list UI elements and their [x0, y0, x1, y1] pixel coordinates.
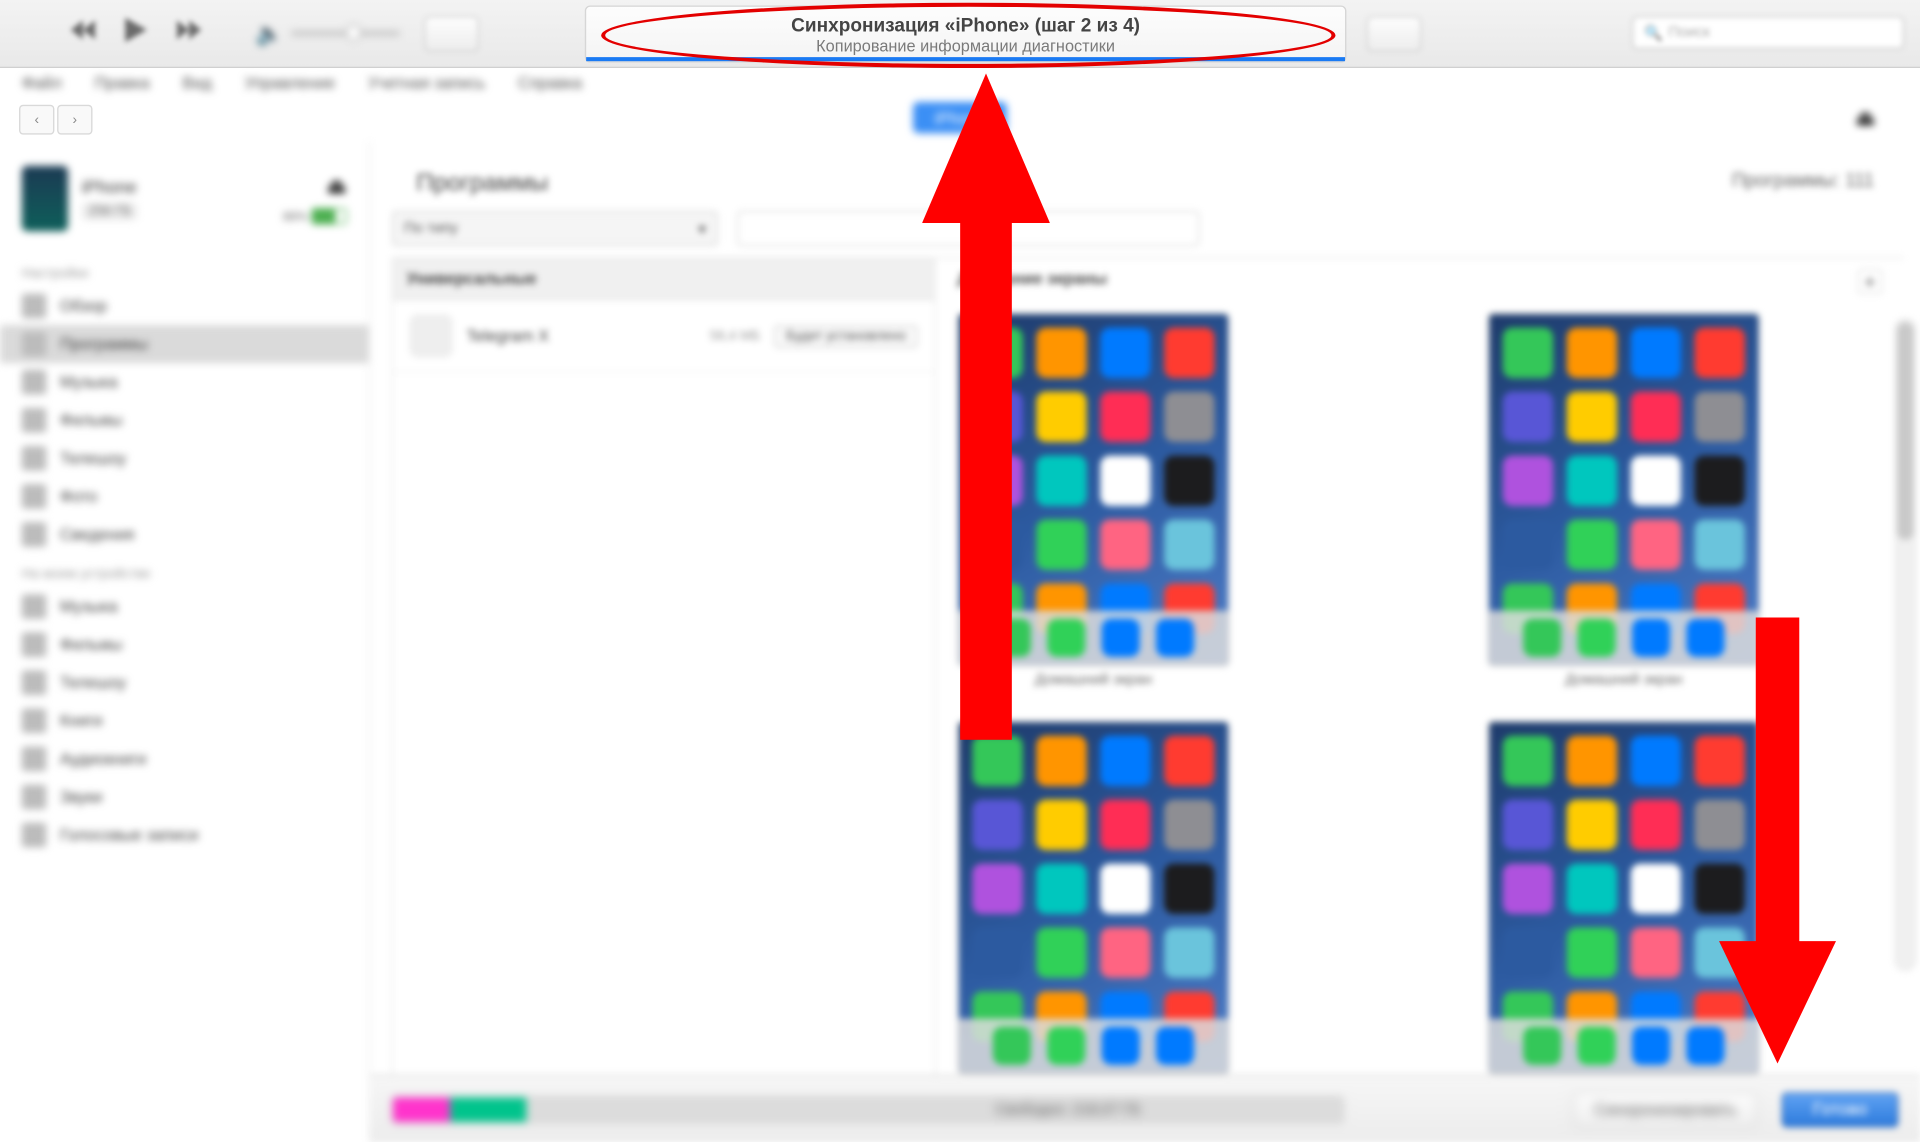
menu-item[interactable]: Справка	[518, 73, 582, 92]
books-icon	[22, 709, 46, 733]
device-thumbnail	[22, 166, 68, 231]
sidebar-item-ondevice-voicememos[interactable]: Голосовые записи	[0, 816, 369, 854]
menu-item[interactable]: Файл	[22, 73, 62, 92]
apps-column: Универсальные Telegram X 58,4 МБ Будет у…	[392, 258, 936, 1134]
main-scrollbar[interactable]	[1894, 318, 1916, 971]
home-screen-thumbnail[interactable]: Домашний экран	[1488, 313, 1760, 688]
device-pill[interactable]: iPhone	[913, 102, 1007, 133]
capacity-bar	[392, 1095, 1344, 1122]
home-screen-thumbnail[interactable]: Домашний экран	[957, 313, 1229, 688]
home-screen-label: Домашний экран	[957, 672, 1229, 688]
app-name: Telegram X	[466, 326, 549, 345]
menu-bar: Файл Правка Вид Управление Учетная запис…	[0, 68, 1920, 98]
search-input[interactable]: 🔍 Поиск	[1632, 16, 1904, 49]
battery-percent: 88%	[283, 209, 308, 223]
sidebar-item-tvshows[interactable]: Телешоу	[0, 439, 369, 477]
free-space-label: Свободно: 218,07 ГБ	[996, 1101, 1141, 1117]
media-picker-button[interactable]	[424, 16, 478, 51]
movies-icon	[22, 632, 46, 656]
tones-icon	[22, 785, 46, 809]
play-button[interactable]	[125, 18, 147, 49]
sync-progress-bar	[586, 57, 1345, 61]
photos-icon	[22, 484, 46, 508]
sidebar-item-info[interactable]: Сведения	[0, 515, 369, 553]
nav-back-button[interactable]: ‹	[19, 105, 54, 135]
filter-input[interactable]	[737, 211, 1199, 246]
apps-count: Программы: 111	[1732, 169, 1874, 198]
sidebar-section-header: На моем устройстве	[0, 554, 369, 588]
sidebar-item-photos[interactable]: Фото	[0, 477, 369, 515]
volume-icon: 🔈	[256, 20, 283, 47]
voicememos-icon	[22, 823, 46, 847]
top-toolbar: 🔈 Синхронизация «iPhone» (шаг 2 из 4) Ко…	[0, 0, 1920, 68]
sidebar-item-ondevice-music[interactable]: Музыка	[0, 588, 369, 626]
overview-icon	[22, 294, 46, 318]
playback-controls	[71, 18, 202, 49]
next-button[interactable]	[177, 20, 201, 46]
tv-icon	[22, 446, 46, 470]
sidebar-item-apps[interactable]: Программы	[0, 325, 369, 363]
app-row[interactable]: Telegram X 58,4 МБ Будет установлено	[393, 301, 934, 373]
sidebar-item-ondevice-tvshows[interactable]: Телешоу	[0, 664, 369, 702]
app-icon	[409, 314, 453, 358]
menu-item[interactable]: Учетная запись	[368, 73, 486, 92]
tv-icon	[22, 670, 46, 694]
menu-item[interactable]: Правка	[95, 73, 150, 92]
view-list-button[interactable]	[1367, 16, 1421, 51]
sidebar-item-ondevice-movies[interactable]: Фильмы	[0, 626, 369, 664]
sync-status-subtitle: Копирование информации диагностики	[816, 36, 1115, 55]
done-button[interactable]: Готово	[1781, 1091, 1898, 1126]
nav-forward-button[interactable]: ›	[57, 105, 92, 135]
device-card[interactable]: iPhone 256 ГБ ⏏ 88%	[0, 155, 369, 253]
sidebar-item-ondevice-books[interactable]: Книги	[0, 702, 369, 740]
footer-bar: Свободно: 218,07 ГБ Синхронизировать Гот…	[370, 1074, 1920, 1142]
app-install-button[interactable]: Будет установлено	[774, 324, 918, 347]
music-icon	[22, 370, 46, 394]
music-icon	[22, 594, 46, 618]
info-icon	[22, 522, 46, 546]
sidebar: iPhone 256 ГБ ⏏ 88% Настройки Обзор Прог…	[0, 141, 370, 1142]
prev-button[interactable]	[71, 20, 95, 46]
nav-row: ‹ › iPhone ⏏	[0, 98, 1920, 142]
sidebar-item-movies[interactable]: Фильмы	[0, 401, 369, 439]
volume-control[interactable]: 🔈	[256, 20, 400, 47]
sidebar-item-ondevice-audiobooks[interactable]: Аудиокниги	[0, 740, 369, 778]
eject-icon[interactable]: ⏏	[326, 173, 347, 200]
sidebar-item-overview[interactable]: Обзор	[0, 287, 369, 325]
add-screen-button[interactable]: +	[1858, 269, 1882, 293]
search-placeholder: Поиск	[1668, 24, 1709, 40]
sidebar-section-header: Настройки	[0, 253, 369, 287]
device-name: iPhone	[82, 176, 270, 196]
battery-icon	[311, 208, 346, 224]
home-screen-label: Домашний экран	[1488, 672, 1760, 688]
sync-button[interactable]: Синхронизировать	[1574, 1091, 1757, 1126]
movies-icon	[22, 408, 46, 432]
search-icon: 🔍	[1644, 24, 1663, 42]
apps-icon	[22, 332, 46, 356]
home-screens-column: Домашние экраны + Домашний экран Домашний…	[936, 258, 1904, 1134]
device-capacity: 256 ГБ	[82, 202, 138, 220]
sidebar-item-music[interactable]: Музыка	[0, 363, 369, 401]
sort-dropdown[interactable]: По типу▾	[392, 211, 718, 246]
audiobooks-icon	[22, 747, 46, 771]
sync-status-title: Синхронизация «iPhone» (шаг 2 из 4)	[791, 13, 1140, 35]
status-lcd: Синхронизация «iPhone» (шаг 2 из 4) Копи…	[585, 5, 1347, 62]
sidebar-item-ondevice-tones[interactable]: Звуки	[0, 778, 369, 816]
home-screen-thumbnail[interactable]: Страница 1	[957, 721, 1229, 1096]
menu-item[interactable]: Вид	[182, 73, 212, 92]
chevron-down-icon: ▾	[698, 220, 706, 238]
app-size: 58,4 МБ	[710, 328, 761, 343]
menu-item[interactable]: Управление	[245, 73, 336, 92]
home-screens-header: Домашние экраны	[957, 269, 1107, 293]
page-title: Программы	[416, 169, 548, 198]
apps-group-header: Универсальные	[393, 258, 934, 300]
home-screen-thumbnail[interactable]: Страница 2	[1488, 721, 1760, 1096]
eject-icon[interactable]: ⏏	[1855, 105, 1879, 129]
main-panel: Программы Программы: 111 По типу▾ Универ…	[370, 141, 1920, 1142]
